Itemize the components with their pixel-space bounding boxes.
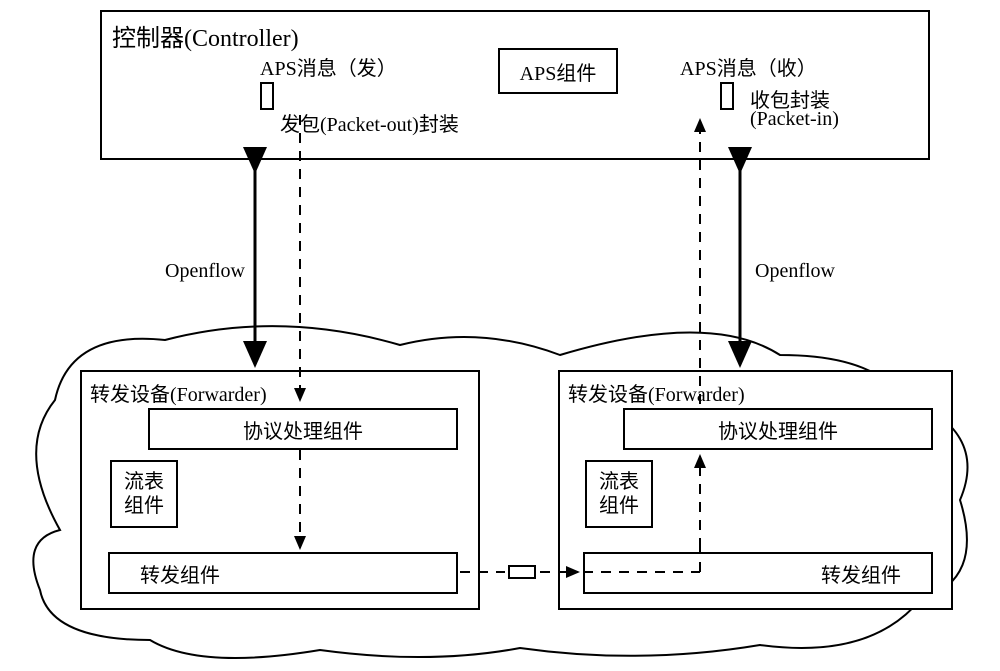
aps-component-label: APS组件 <box>520 57 597 86</box>
protocol-handler-left: 协议处理组件 <box>148 408 458 450</box>
flow-table-left: 流表 组件 <box>110 460 178 528</box>
protocol-handler-right-label: 协议处理组件 <box>718 415 838 444</box>
protocol-handler-left-label: 协议处理组件 <box>243 415 363 444</box>
aps-component-box: APS组件 <box>498 48 618 94</box>
flow-table-right-label-2: 组件 <box>599 494 639 518</box>
aps-send-label: APS消息（发） <box>260 52 397 81</box>
protocol-handler-right: 协议处理组件 <box>623 408 933 450</box>
link-port <box>508 565 536 579</box>
flow-table-left-label-2: 组件 <box>124 494 164 518</box>
packet-in-label-2: (Packet-in) <box>750 108 839 131</box>
packet-out-label: 发包(Packet-out)封装 <box>280 108 459 137</box>
controller-title: 控制器(Controller) <box>112 18 299 53</box>
forwarder-left-title: 转发设备(Forwarder) <box>90 378 267 407</box>
forward-component-left: 转发组件 <box>108 552 458 594</box>
flow-table-right: 流表 组件 <box>585 460 653 528</box>
openflow-left-label: Openflow <box>165 260 245 283</box>
flow-table-left-label-1: 流表 <box>124 470 164 494</box>
forward-component-right: 转发组件 <box>583 552 933 594</box>
openflow-right-label: Openflow <box>755 260 835 283</box>
aps-recv-label: APS消息（收） <box>680 52 817 81</box>
forward-component-right-label: 转发组件 <box>821 559 901 588</box>
aps-send-port <box>260 82 274 110</box>
flow-table-right-label-1: 流表 <box>599 470 639 494</box>
forward-component-left-label: 转发组件 <box>140 559 220 588</box>
aps-recv-port <box>720 82 734 110</box>
forwarder-right-title: 转发设备(Forwarder) <box>568 378 745 407</box>
